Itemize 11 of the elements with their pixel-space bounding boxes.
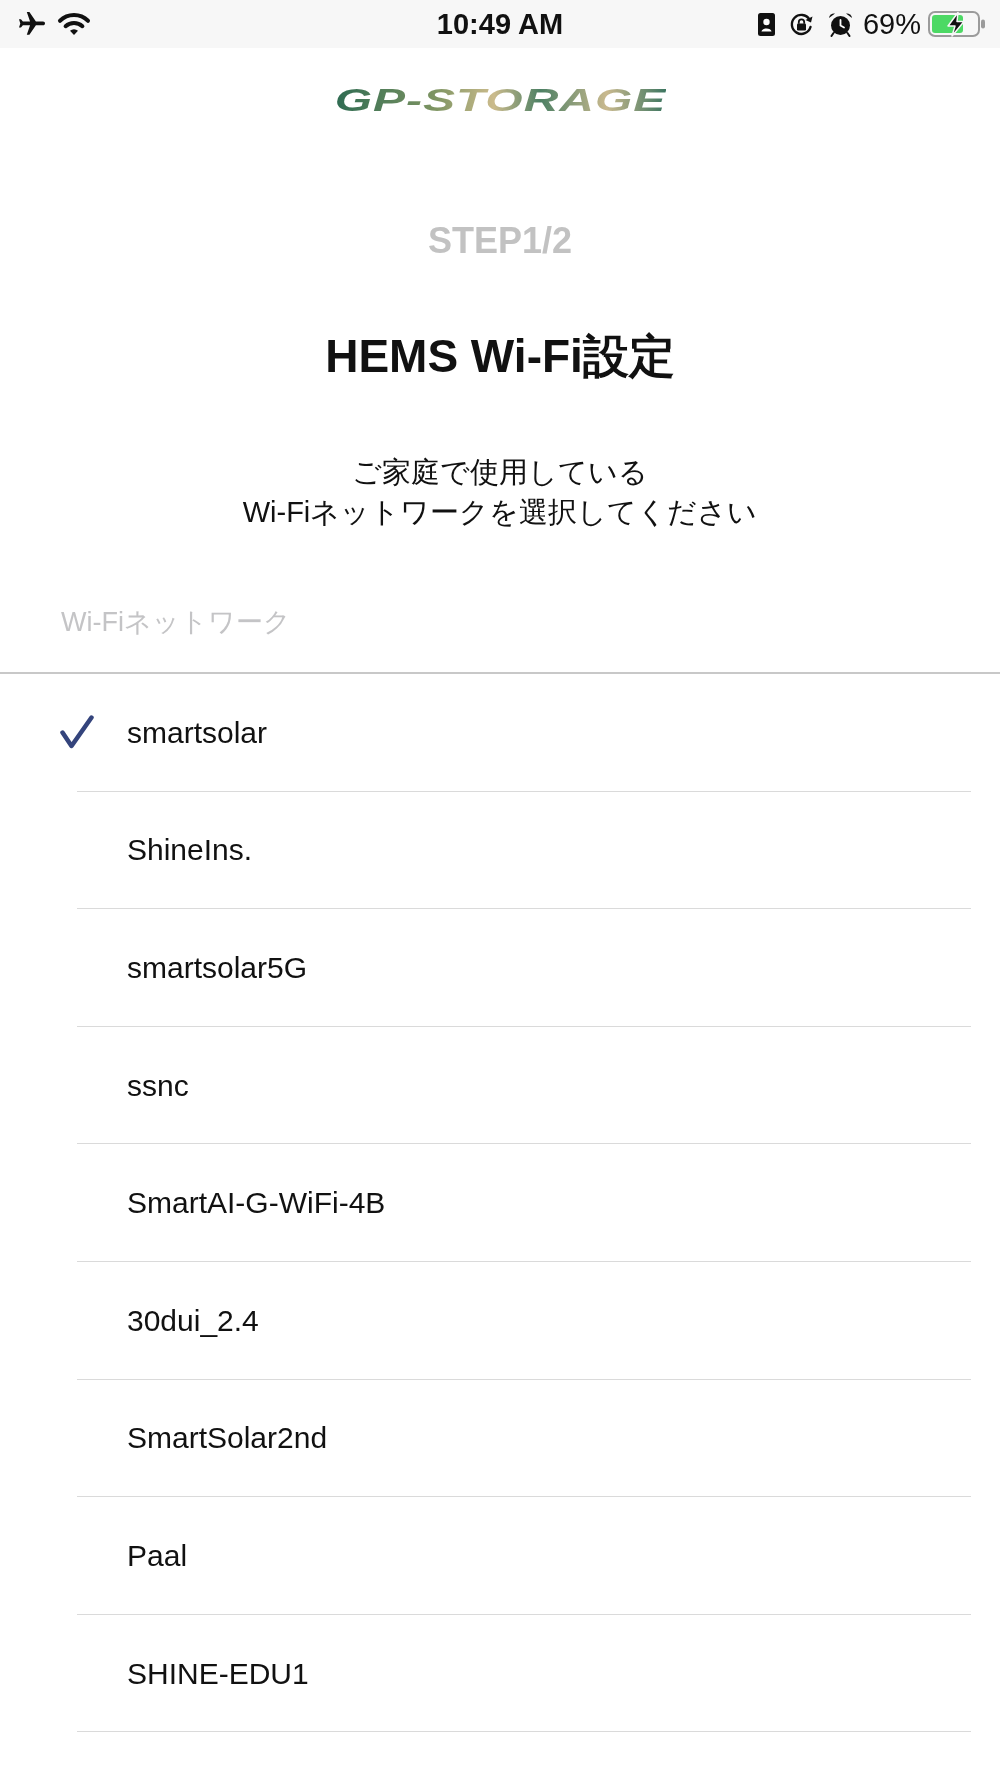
battery-percentage: 69% (862, 9, 921, 39)
contact-card-icon (757, 12, 775, 36)
clock-time: 10:49 AM (436, 9, 564, 39)
wifi-icon (57, 12, 91, 36)
page-title: HEMS Wi-Fi設定 (325, 329, 675, 384)
battery-charging-icon (928, 11, 986, 37)
step-indicator: STEP1/2 (427, 219, 573, 263)
airplane-icon (19, 12, 45, 36)
instruction-text: ご家庭で使用している Wi-Fiネットワークを選択してください (242, 455, 758, 530)
alarm-clock-icon (827, 11, 853, 37)
rotation-lock-icon (788, 11, 814, 37)
